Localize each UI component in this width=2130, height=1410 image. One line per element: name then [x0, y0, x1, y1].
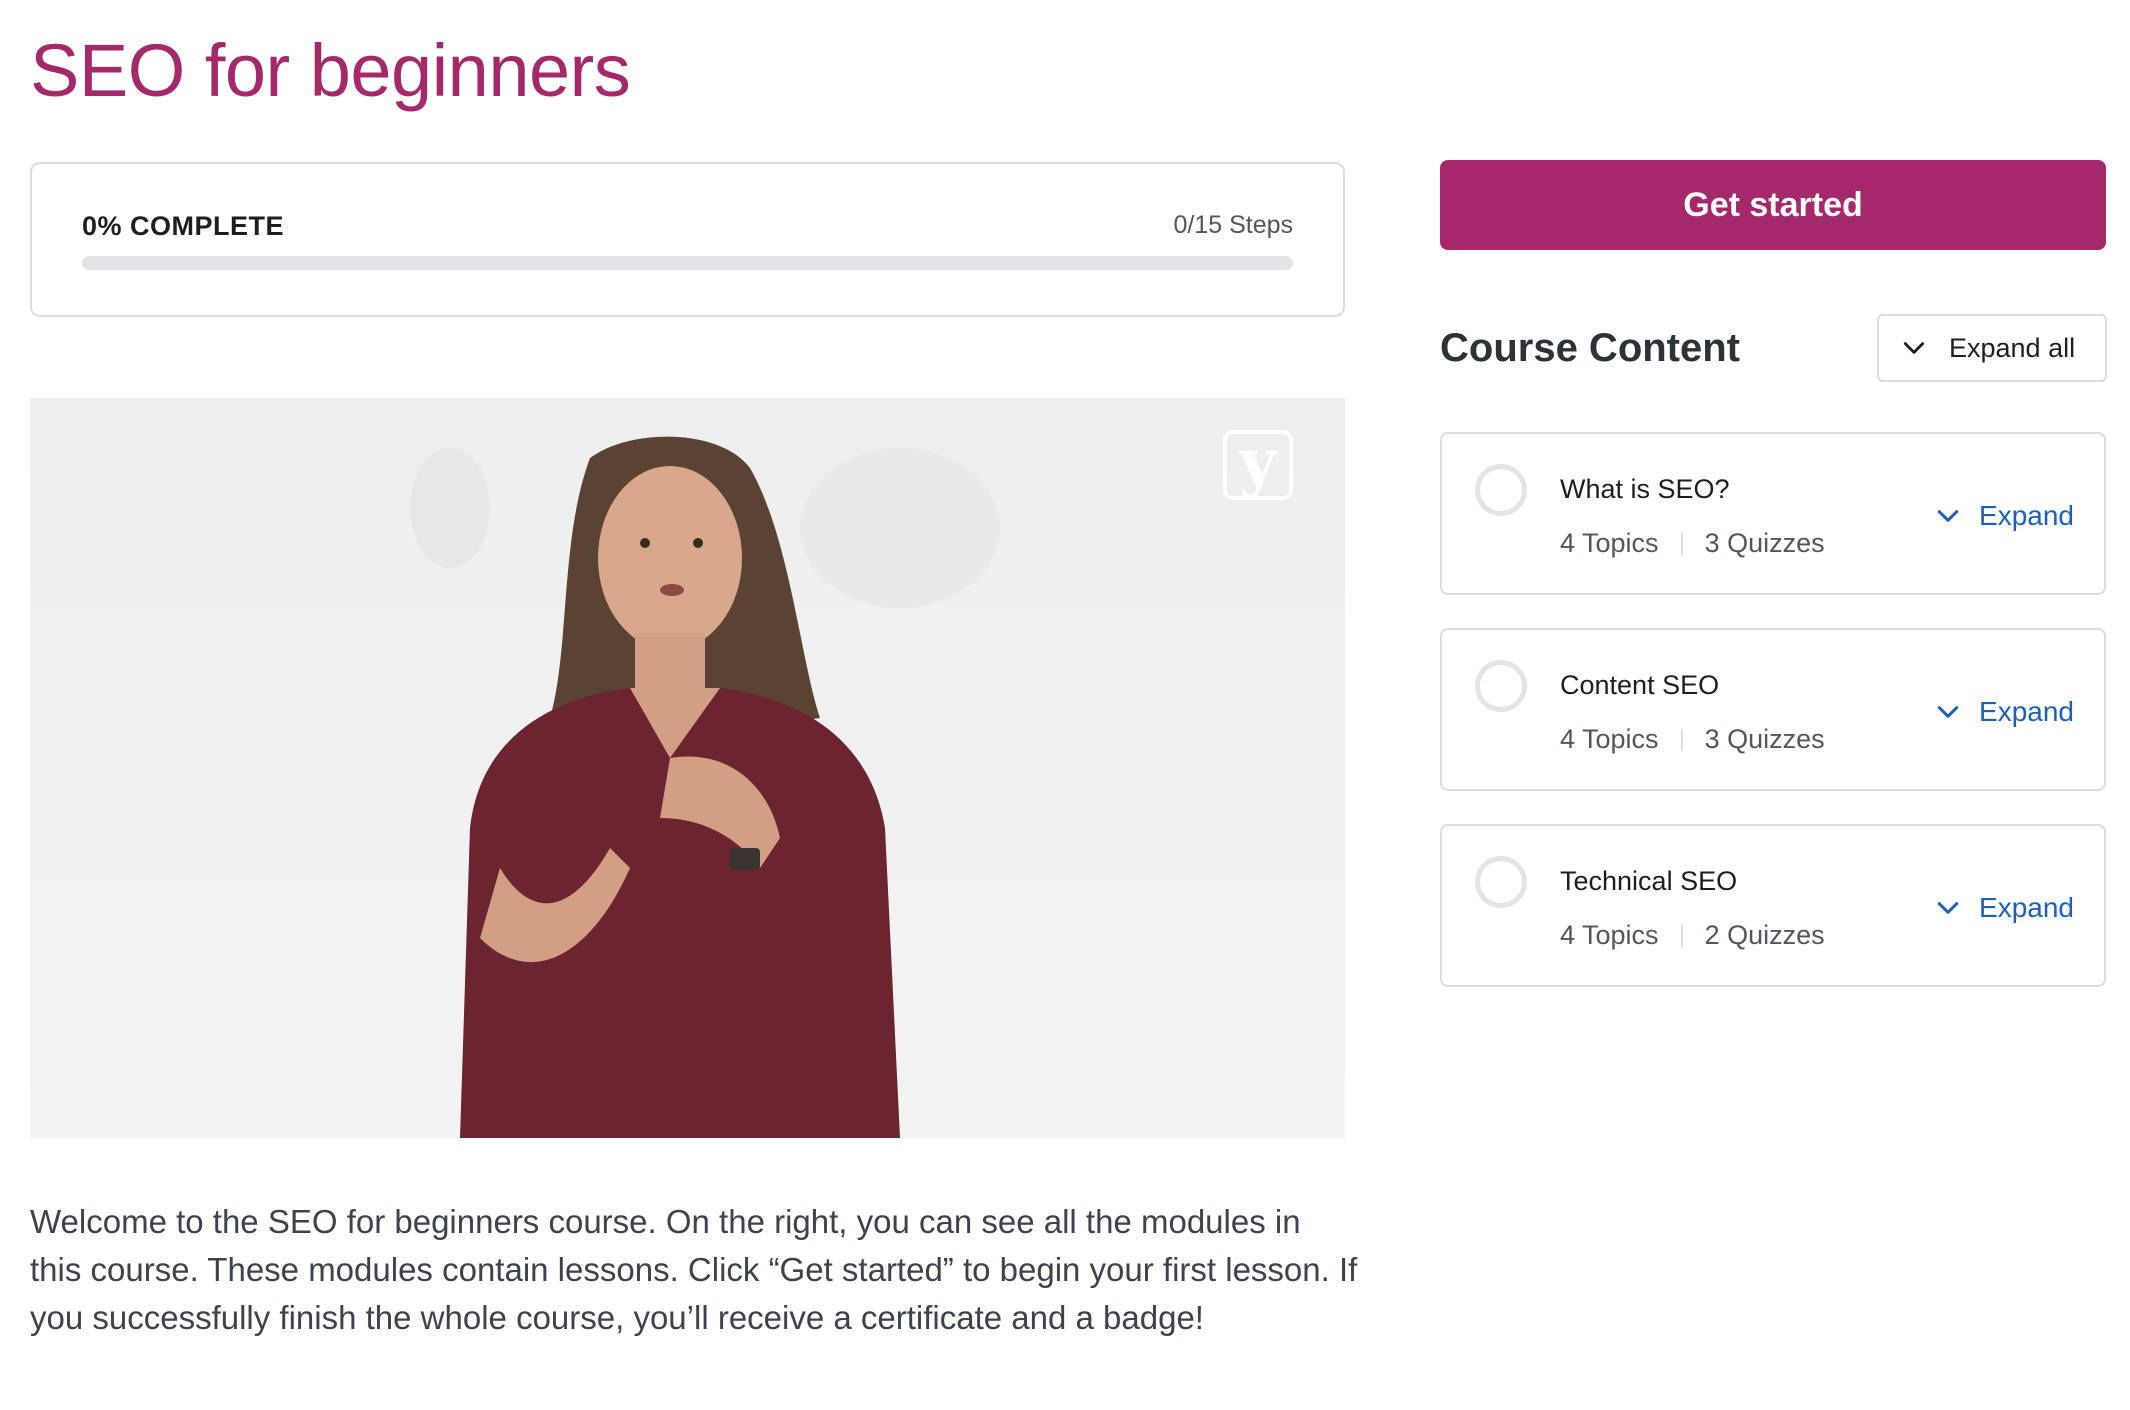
- meta-divider: [1680, 924, 1683, 947]
- progress-bar: [82, 256, 1293, 270]
- course-video[interactable]: y: [30, 398, 1345, 1138]
- expand-all-button[interactable]: Expand all: [1877, 314, 2107, 382]
- module-topics-count: 4 Topics: [1560, 920, 1659, 950]
- yoast-logo-icon: y: [1223, 430, 1293, 500]
- expand-all-label: Expand all: [1949, 332, 2076, 363]
- progress-percent-label: 0% COMPLETE: [82, 211, 285, 241]
- module-expand-button[interactable]: Expand: [1935, 892, 2074, 924]
- incomplete-circle-icon: [1475, 464, 1527, 516]
- incomplete-circle-icon: [1475, 856, 1527, 908]
- module-expand-button[interactable]: Expand: [1935, 696, 2074, 728]
- module-topics-count: 4 Topics: [1560, 724, 1659, 754]
- chevron-down-icon: [1903, 342, 1925, 354]
- module-meta: 4 Topics 3 Quizzes: [1560, 528, 1825, 559]
- course-description: Welcome to the SEO for beginners course.…: [30, 1203, 1358, 1336]
- module-meta: 4 Topics 3 Quizzes: [1560, 724, 1825, 755]
- chevron-down-icon: [1937, 902, 1959, 914]
- module-card-content-seo: Content SEO 4 Topics 3 Quizzes Expand: [1440, 628, 2106, 791]
- page-title: SEO for beginners: [30, 29, 631, 112]
- module-expand-label: Expand: [1979, 500, 2074, 531]
- module-card-technical-seo: Technical SEO 4 Topics 2 Quizzes Expand: [1440, 824, 2106, 987]
- module-title[interactable]: What is SEO?: [1560, 474, 1730, 505]
- module-quizzes-count: 2 Quizzes: [1704, 920, 1825, 950]
- module-topics-count: 4 Topics: [1560, 528, 1659, 558]
- module-title[interactable]: Technical SEO: [1560, 866, 1737, 897]
- progress-steps-count: 0/15 Steps: [1173, 211, 1293, 239]
- module-expand-label: Expand: [1979, 696, 2074, 727]
- progress-card: 0% COMPLETE 0/15 Steps: [30, 162, 1345, 317]
- course-content-heading: Course Content: [1440, 326, 1740, 370]
- module-expand-label: Expand: [1979, 892, 2074, 923]
- chevron-down-icon: [1937, 510, 1959, 522]
- module-expand-button[interactable]: Expand: [1935, 500, 2074, 532]
- module-quizzes-count: 3 Quizzes: [1704, 528, 1825, 558]
- meta-divider: [1680, 728, 1683, 751]
- video-frame-illustration: [410, 436, 1000, 1138]
- module-title[interactable]: Content SEO: [1560, 670, 1719, 701]
- module-quizzes-count: 3 Quizzes: [1704, 724, 1825, 754]
- meta-divider: [1680, 532, 1683, 555]
- get-started-button[interactable]: Get started: [1440, 160, 2106, 250]
- chevron-down-icon: [1937, 706, 1959, 718]
- module-meta: 4 Topics 2 Quizzes: [1560, 920, 1825, 951]
- incomplete-circle-icon: [1475, 660, 1527, 712]
- module-card-what-is-seo: What is SEO? 4 Topics 3 Quizzes Expand: [1440, 432, 2106, 595]
